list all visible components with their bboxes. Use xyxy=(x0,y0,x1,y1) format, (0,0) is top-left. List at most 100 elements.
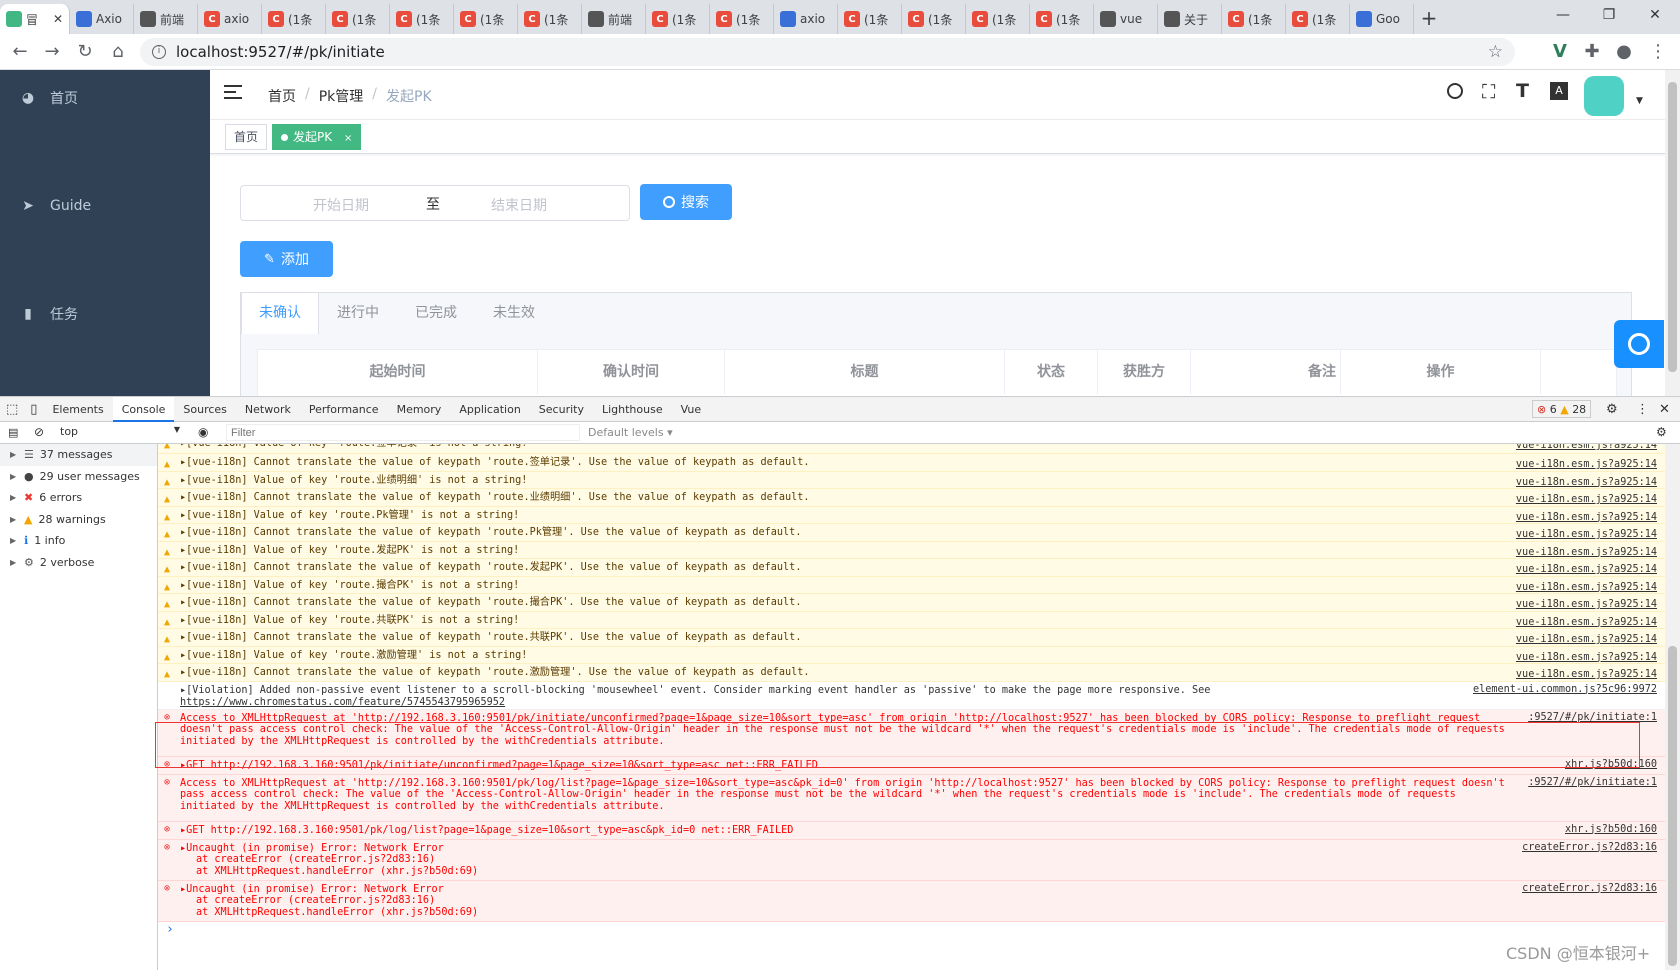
sidebar-item[interactable]: ➤ Guide xyxy=(0,178,210,234)
info-icon[interactable]: i xyxy=(152,45,166,59)
browser-tab[interactable]: 前端 xyxy=(134,4,198,34)
tag-home[interactable]: 首页 xyxy=(225,124,268,150)
devtools-settings-icon[interactable]: ⚙ xyxy=(1606,402,1618,417)
devtools-tab[interactable]: Console xyxy=(112,396,175,422)
search-icon[interactable] xyxy=(1447,83,1463,99)
browser-tab[interactable]: C (1条 xyxy=(646,4,710,34)
add-button[interactable]: ✎ 添加 xyxy=(240,241,333,277)
fullscreen-icon[interactable]: ⛶ xyxy=(1482,81,1495,103)
console-source-link[interactable]: createError.js?2d83:16 xyxy=(1522,842,1657,854)
console-warning-row[interactable]: ▲ ▸[vue-i18n] Cannot translate the value … xyxy=(158,524,1665,542)
browser-tab[interactable]: C (1条 xyxy=(454,4,518,34)
devtools-tab[interactable]: Vue xyxy=(672,397,711,422)
pk-tab[interactable]: 未确认 xyxy=(241,293,319,334)
console-sidebar-item[interactable]: ▶ ▲ 28 warnings xyxy=(0,509,157,531)
browser-tab[interactable]: Goo xyxy=(1350,4,1414,34)
console-source-link[interactable]: vue-i18n.esm.js?a925:14 xyxy=(1516,614,1657,629)
devtools-tab[interactable]: Elements xyxy=(43,397,112,422)
end-date-input[interactable]: 结束日期 xyxy=(491,195,547,215)
console-source-link[interactable]: vue-i18n.esm.js?a925:14 xyxy=(1516,596,1657,611)
clear-console-icon[interactable]: ⊘ xyxy=(34,425,44,439)
console-warning-row[interactable]: ▲ ▸[vue-i18n] Cannot translate the value … xyxy=(158,454,1665,472)
browser-tab[interactable]: 关于 xyxy=(1158,4,1222,34)
devtools-tab[interactable]: Network xyxy=(236,397,300,422)
language-icon[interactable]: A xyxy=(1550,82,1568,100)
console-warning-row[interactable]: ▲ ▸[vue-i18n] Value of key 'route.激励管理' i… xyxy=(158,646,1665,664)
browser-tab[interactable]: Axio xyxy=(70,4,134,34)
page-scrollbar[interactable] xyxy=(1665,70,1680,396)
tab-close-icon[interactable]: ✕ xyxy=(53,12,63,26)
avatar[interactable] xyxy=(1584,76,1624,116)
breadcrumb-home[interactable]: 首页 xyxy=(268,86,296,106)
console-source-link[interactable]: vue-i18n.esm.js?a925:14 xyxy=(1516,579,1657,594)
console-source-link[interactable]: vue-i18n.esm.js?a925:14 xyxy=(1516,561,1657,576)
default-levels-dropdown[interactable]: Default levels ▾ xyxy=(588,426,673,439)
console-warning-row[interactable]: ▲ ▸[vue-i18n] Value of key 'route.撮合PK' i… xyxy=(158,576,1665,594)
caret-down-icon[interactable]: ▼ xyxy=(1636,96,1643,106)
reload-icon[interactable]: ↻ xyxy=(73,40,97,64)
console-error-row[interactable]: ⊗ Access to XMLHttpRequest at 'http://192… xyxy=(158,774,1665,822)
font-size-icon[interactable]: T xyxy=(1516,80,1529,102)
devtools-tab[interactable]: Security xyxy=(530,397,593,422)
console-sidebar-item[interactable]: ▶ ✖ 6 errors xyxy=(0,487,157,509)
console-sidebar-item[interactable]: ▶ ● 29 user messages xyxy=(0,466,157,488)
inspect-icon[interactable]: ⬚ xyxy=(0,402,24,417)
browser-tab[interactable]: C (1条 xyxy=(710,4,774,34)
pk-tab[interactable]: 未生效 xyxy=(475,293,553,333)
maximize-button[interactable]: ❐ xyxy=(1586,0,1632,32)
hamburger-icon[interactable] xyxy=(224,85,242,99)
console-source-link[interactable]: :9527/#/pk/initiate:1 xyxy=(1528,777,1657,789)
browser-tab[interactable]: C (1条 xyxy=(902,4,966,34)
console-warning-row[interactable]: ▲ ▸[vue-i18n] Cannot translate the value … xyxy=(158,559,1665,577)
browser-tab[interactable]: vue xyxy=(1094,4,1158,34)
console-scrollbar[interactable] xyxy=(1665,444,1680,970)
chromestatus-link[interactable]: https://www.chromestatus.com/feature/574… xyxy=(180,697,505,708)
profile-icon[interactable]: ● xyxy=(1612,40,1636,64)
console-violation-row[interactable]: ▸[Violation] Added non-passive event lis… xyxy=(158,681,1665,710)
console-error-row[interactable]: ⊗ ▸Uncaught (in promise) Error: Network E… xyxy=(158,880,1665,922)
eye-icon[interactable]: ◉ xyxy=(198,425,208,439)
console-warning-row[interactable]: ▲ ▸[vue-i18n] Cannot translate the value … xyxy=(158,664,1665,682)
page-scrollbar-thumb[interactable] xyxy=(1668,82,1677,372)
expand-triangle-icon[interactable]: ▶ xyxy=(10,515,18,524)
devtools-tab[interactable]: Lighthouse xyxy=(593,397,672,422)
back-icon[interactable]: ← xyxy=(8,40,32,64)
console-warning-row[interactable]: ▲ ▸[vue-i18n] Value of key 'route.Pk管理' i… xyxy=(158,506,1665,524)
tag-active[interactable]: 发起PK × xyxy=(272,124,362,150)
browser-tab[interactable]: Caxio xyxy=(198,4,262,34)
browser-tab[interactable]: C (1条 xyxy=(1286,4,1350,34)
browser-tab[interactable]: C (1条 xyxy=(326,4,390,34)
console-warning-row[interactable]: ▲ ▸[vue-i18n] Cannot translate the value … xyxy=(158,629,1665,647)
address-bar[interactable]: i localhost:9527/#/pk/initiate ☆ xyxy=(140,38,1515,66)
minimize-button[interactable]: — xyxy=(1540,0,1586,32)
menu-icon[interactable]: ⋮ xyxy=(1646,40,1670,64)
expand-triangle-icon[interactable]: ▶ xyxy=(10,472,18,481)
console-sidebar-item[interactable]: ▶ ☰ 37 messages xyxy=(0,444,157,466)
expand-triangle-icon[interactable]: ▶ xyxy=(10,536,18,545)
tag-close-icon[interactable]: × xyxy=(344,133,352,144)
start-date-input[interactable]: 开始日期 xyxy=(313,195,369,215)
settings-fab[interactable] xyxy=(1614,320,1664,368)
new-tab-icon[interactable]: + xyxy=(1414,4,1444,34)
console-sidebar-item[interactable]: ▶ ℹ 1 info xyxy=(0,530,157,552)
console-source-link[interactable]: vue-i18n.esm.js?a925:14 xyxy=(1516,474,1657,489)
sidebar-toggle-icon[interactable]: ▤ xyxy=(8,426,18,439)
browser-tab[interactable]: C (1条 xyxy=(966,4,1030,34)
breadcrumb-section[interactable]: Pk管理 xyxy=(319,86,364,106)
console-scrollbar-thumb[interactable] xyxy=(1668,646,1677,966)
forward-icon[interactable]: → xyxy=(40,40,64,64)
console-source-link[interactable]: vue-i18n.esm.js?a925:14 xyxy=(1516,526,1657,541)
vue-devtools-icon[interactable]: V xyxy=(1548,40,1572,64)
console-source-link[interactable]: vue-i18n.esm.js?a925:14 xyxy=(1516,491,1657,506)
expand-triangle-icon[interactable]: ▶ xyxy=(10,450,18,459)
devtools-tab[interactable]: Sources xyxy=(174,397,236,422)
browser-tab[interactable]: C (1条 xyxy=(838,4,902,34)
console-source-link[interactable]: vue-i18n.esm.js?a925:14 xyxy=(1516,631,1657,646)
extensions-icon[interactable]: ✚ xyxy=(1580,40,1604,64)
console-error-row[interactable]: ⊗ ▸GET http://192.168.3.160:9501/pk/log/l… xyxy=(158,821,1665,840)
browser-tab[interactable]: 冒 ✕ xyxy=(0,4,70,34)
browser-tab[interactable]: C (1条 xyxy=(390,4,454,34)
console-prompt[interactable]: › xyxy=(158,922,1665,942)
pk-tab[interactable]: 已完成 xyxy=(397,293,475,333)
console-warning-row[interactable]: ▲ ▸[vue-i18n] Value of key 'route.共联PK' i… xyxy=(158,611,1665,629)
